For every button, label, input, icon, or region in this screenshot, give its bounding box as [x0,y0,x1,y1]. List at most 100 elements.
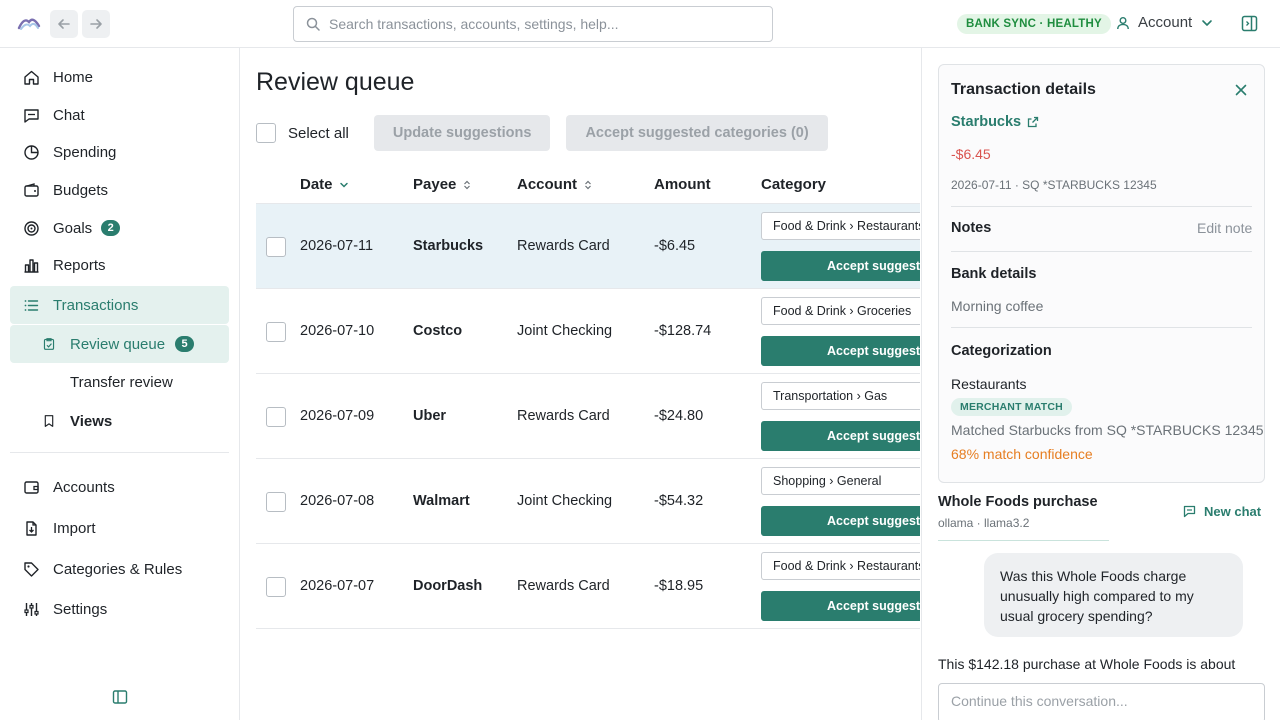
chat-header-underline [938,540,1109,541]
category-select[interactable]: Food & Drink › Groceries [761,297,920,325]
column-label-date: Date [300,176,333,193]
collapse-sidebar-icon[interactable] [112,689,128,705]
home-icon [24,70,39,85]
sidebar-label-budgets: Budgets [53,181,109,199]
column-header-account[interactable]: Account [517,176,593,193]
sidebar-item-accounts[interactable]: Accounts [10,468,229,506]
accept-suggestion-button[interactable]: Accept suggestion [761,591,920,621]
bank-card-icon [24,480,39,494]
details-amount: -$6.45 [951,146,991,162]
row-checkbox[interactable] [266,407,286,427]
forward-button[interactable] [82,10,110,38]
chat-title: Whole Foods purchase [938,494,1098,510]
row-payee: Uber [413,408,447,424]
close-icon[interactable] [1233,82,1249,98]
row-amount: -$18.95 [654,578,704,594]
row-checkbox[interactable] [266,577,286,597]
row-account: Joint Checking [517,493,613,509]
chat-input[interactable]: Continue this conversation... [938,683,1265,720]
column-header-payee[interactable]: Payee [413,176,472,193]
row-account: Rewards Card [517,408,610,424]
row-account: Rewards Card [517,238,610,254]
category-select[interactable]: Transportation › Gas [761,382,920,410]
sidebar-divider [10,452,229,453]
row-date: 2026-07-11 [300,238,374,254]
sidebar-label-categories-rules: Categories & Rules [53,560,183,578]
sidebar-label-accounts: Accounts [53,478,115,496]
account-menu[interactable]: Account [1116,14,1214,31]
app-logo-icon[interactable] [17,13,41,33]
back-button[interactable] [50,10,78,38]
page-title: Review queue [256,68,415,96]
arrow-right-icon [90,19,102,29]
table-row[interactable]: 2026-07-11 Starbucks Rewards Card -$6.45… [256,204,920,289]
details-divider [951,327,1252,328]
sidebar-item-reports[interactable]: Reports [10,246,229,284]
sidebar-label-home: Home [53,68,94,86]
match-description: Matched Starbucks from SQ *STARBUCKS 123… [951,422,1264,438]
column-header-category[interactable]: Category [761,176,826,193]
column-header-amount[interactable]: Amount [654,176,711,193]
assistant-message: This $142.18 purchase at Whole Foods is … [938,656,1236,672]
table-row[interactable]: 2026-07-07 DoorDash Rewards Card -$18.95… [256,544,920,629]
sidebar-item-budgets[interactable]: Budgets [10,171,229,209]
table-row[interactable]: 2026-07-08 Walmart Joint Checking -$54.3… [256,459,920,544]
column-label-account: Account [517,176,577,193]
accept-suggestion-button[interactable]: Accept suggestion [761,421,920,451]
row-date: 2026-07-07 [300,578,375,594]
match-confidence: 68% match confidence [951,446,1093,462]
edit-note-button[interactable]: Edit note [1197,220,1252,236]
new-chat-button[interactable]: New chat [1183,504,1261,519]
row-date: 2026-07-08 [300,493,375,509]
category-select[interactable]: Shopping › General [761,467,920,495]
sidebar-item-views[interactable]: Views [10,402,229,440]
sidebar-item-settings[interactable]: Settings [10,590,229,628]
categorization-category: Restaurants [951,376,1027,392]
tag-icon [24,561,39,577]
row-checkbox[interactable] [266,237,286,257]
sidebar-item-categories-rules[interactable]: Categories & Rules [10,550,229,588]
accept-suggestion-button[interactable]: Accept suggestion [761,506,920,536]
sidebar-label-spending: Spending [53,143,117,161]
sidebar-item-review-queue[interactable]: Review queue 5 [10,325,229,363]
bank-details-text: Morning coffee [951,298,1044,314]
category-select[interactable]: Food & Drink › Restaurants [761,552,920,580]
search-placeholder: Search transactions, accounts, settings,… [329,16,619,32]
search-input[interactable]: Search transactions, accounts, settings,… [293,6,773,42]
update-suggestions-button[interactable]: Update suggestions [373,115,551,151]
sidebar-item-transactions[interactable]: Transactions [10,286,229,324]
sidebar-item-transfer-review[interactable]: Transfer review [10,363,229,401]
notes-heading: Notes [951,220,992,236]
row-checkbox[interactable] [266,322,286,342]
pie-chart-icon [24,144,39,160]
accept-suggestion-button[interactable]: Accept suggestion [761,251,920,281]
accept-suggested-categories-button[interactable]: Accept suggested categories (0) [566,115,828,151]
accept-suggestion-button[interactable]: Accept suggestion [761,336,920,366]
sidebar-item-goals[interactable]: Goals 2 [10,209,229,247]
details-payee-link[interactable]: Starbucks [951,114,1039,130]
sidebar-item-home[interactable]: Home [10,58,229,96]
select-all-checkbox[interactable]: Select all [256,123,349,143]
sidebar-item-chat[interactable]: Chat [10,96,229,134]
row-amount: -$24.80 [654,408,704,424]
sidebar-label-reports: Reports [53,256,106,274]
select-all-box[interactable] [256,123,276,143]
sliders-icon [24,602,39,616]
toggle-right-panel-icon[interactable] [1241,15,1258,32]
sidebar-item-import[interactable]: Import [10,509,229,547]
row-account: Joint Checking [517,323,613,339]
sidebar-item-spending[interactable]: Spending [10,133,229,171]
row-checkbox[interactable] [266,492,286,512]
row-amount: -$128.74 [654,323,712,339]
transaction-details-card: Transaction details Starbucks -$6.45 202… [938,64,1265,483]
categorization-heading: Categorization [951,343,1052,359]
sort-both-icon [585,180,591,189]
table-row[interactable]: 2026-07-10 Costco Joint Checking -$128.7… [256,289,920,374]
table-header: Date Payee Account Amount Category [256,163,920,204]
details-payee-name: Starbucks [951,114,1022,130]
table-row[interactable]: 2026-07-09 Uber Rewards Card -$24.80 Tra… [256,374,920,459]
column-header-date[interactable]: Date [300,176,349,193]
sidebar-label-transfer-review: Transfer review [70,373,173,391]
select-all-label: Select all [288,124,349,142]
category-select[interactable]: Food & Drink › Restaurants [761,212,920,240]
